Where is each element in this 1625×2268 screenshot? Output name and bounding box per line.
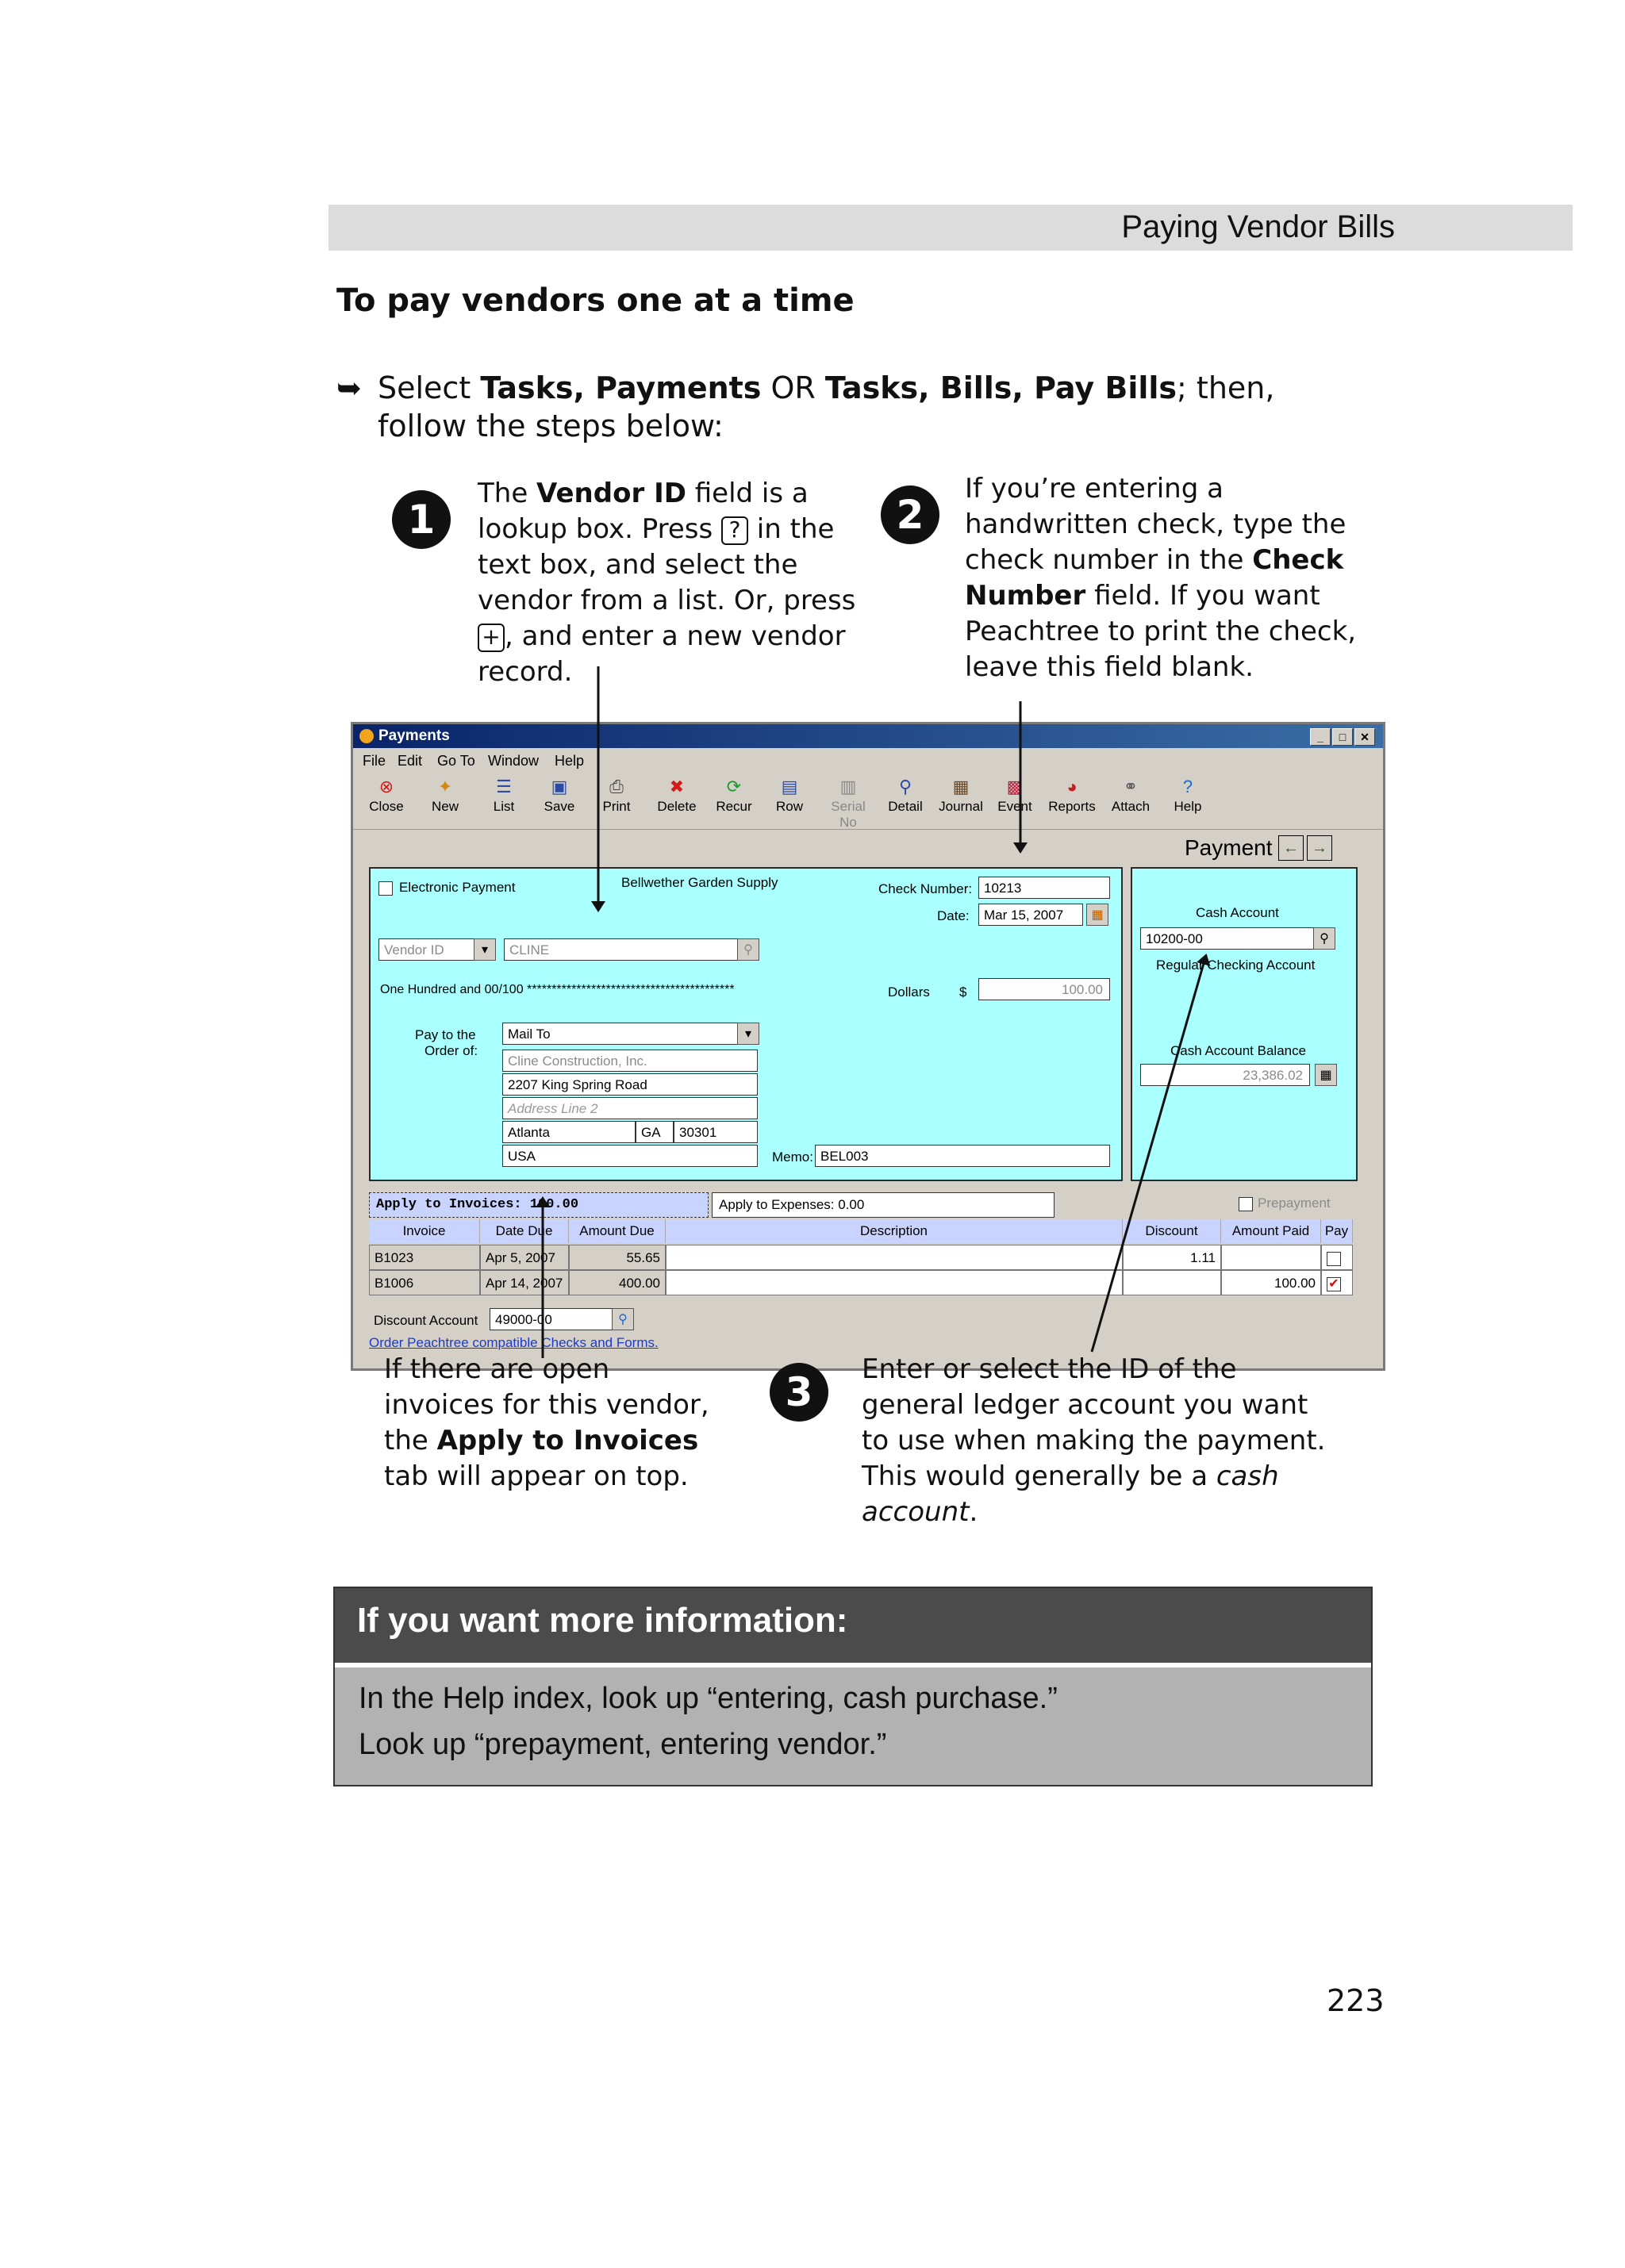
more-info-line-2: Look up “prepayment, entering vendor.” (359, 1728, 887, 1761)
page-number: 223 (1327, 1983, 1385, 2018)
more-info-box: If you want more information: In the Hel… (333, 1587, 1373, 1786)
more-info-heading: If you want more information: (357, 1601, 848, 1640)
callout-arrows (536, 666, 1211, 1358)
more-info-header: If you want more information: (335, 1588, 1371, 1667)
arrow-to-cash-account (1090, 954, 1211, 1353)
more-info-line-1: In the Help index, look up “entering, ca… (359, 1682, 1058, 1715)
